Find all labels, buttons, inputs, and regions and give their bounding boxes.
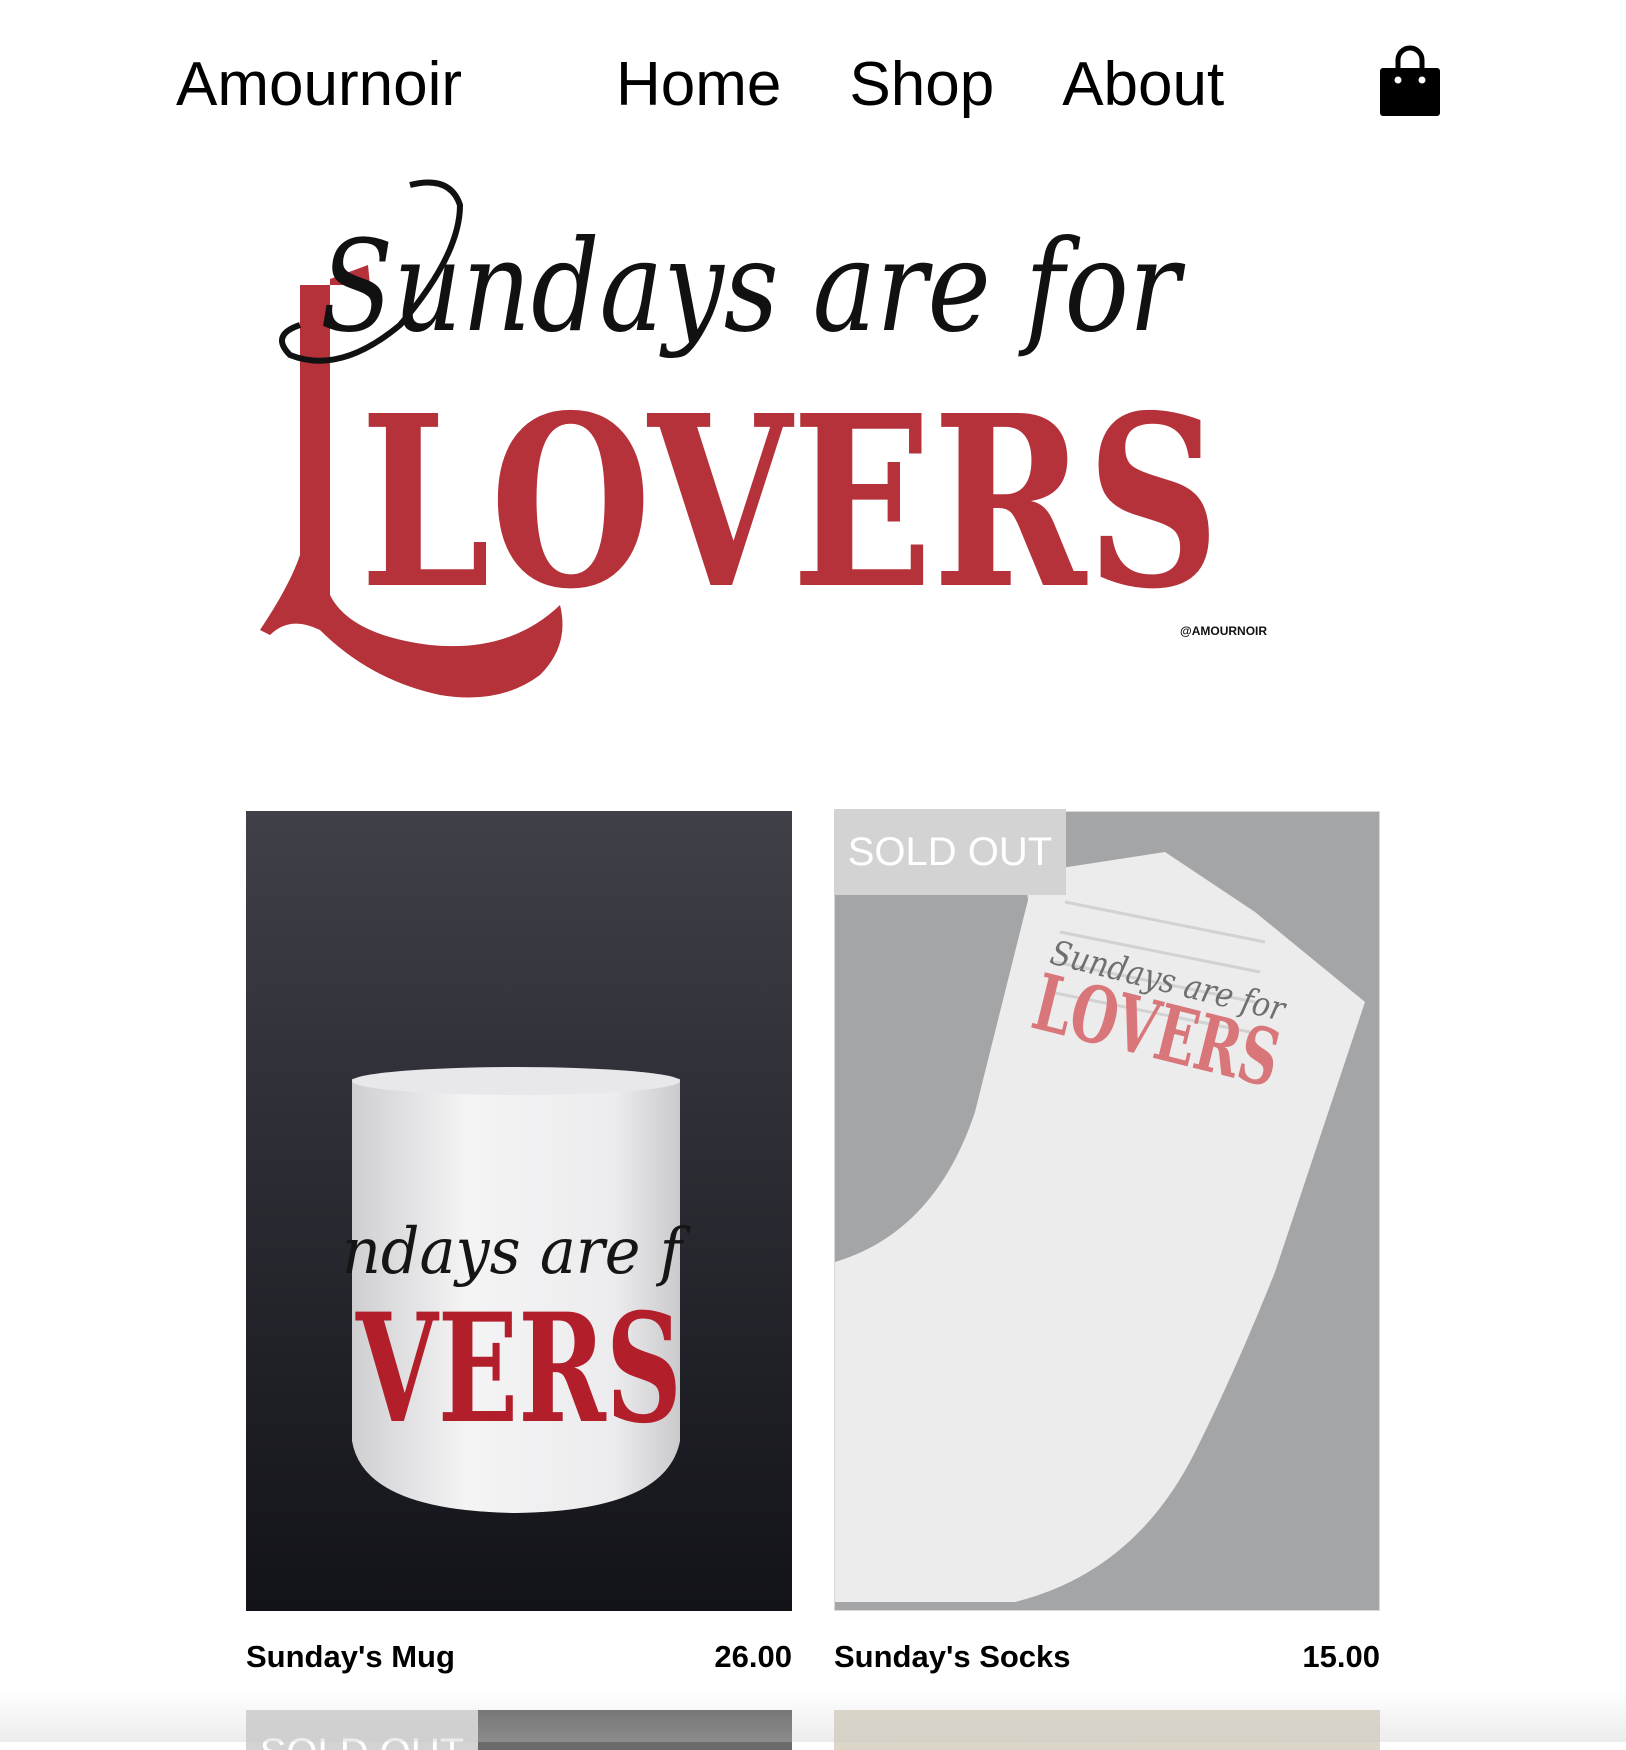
nav-link-shop[interactable]: Shop	[849, 50, 994, 120]
mug-print-script: ndays are f	[342, 1215, 692, 1289]
product-card[interactable]: ndays are f VERS Sunday's Mug 26.00	[246, 811, 792, 1681]
product-price: 26.00	[714, 1639, 792, 1674]
sold-out-badge: SOLD OUT	[834, 809, 1066, 895]
sold-out-badge: SOLD OUT	[246, 1710, 478, 1750]
shopping-bag-icon	[1380, 45, 1440, 116]
hero-artwork: LOVERS Sundays are for @AMOURNOIR	[260, 179, 1267, 698]
nav-link-about[interactable]: About	[1062, 50, 1224, 120]
hero-handle: @AMOURNOIR	[1180, 624, 1267, 638]
product-card-peek-left[interactable]: SOLD OUT	[246, 1710, 792, 1750]
cart-button[interactable]	[1378, 44, 1442, 118]
product-title[interactable]: Sunday's Socks	[834, 1637, 1071, 1677]
hero-banner: LOVERS Sundays are for @AMOURNOIR	[260, 175, 1320, 720]
top-navigation: Amournoir Home Shop About	[0, 0, 1626, 170]
product-card[interactable]: Sundays are for LOVERS SOLD OUT Sunday's…	[834, 809, 1380, 1681]
mug-print-main: VERS	[355, 1281, 682, 1457]
brand-logo-link[interactable]: Amournoir	[176, 50, 462, 120]
main-nav-links: Home Shop About	[616, 50, 1292, 120]
window-bottom-shadow	[0, 1690, 1626, 1742]
socks-photo: Sundays are for LOVERS	[835, 852, 1365, 1602]
mug-photo: ndays are f VERS	[342, 1067, 692, 1513]
hero-main-word: LOVERS	[360, 363, 1220, 641]
product-image-mug[interactable]: ndays are f VERS	[246, 811, 792, 1611]
product-price: 15.00	[1302, 1639, 1380, 1674]
mug-rim	[352, 1067, 680, 1095]
product-card-peek-right[interactable]	[834, 1710, 1380, 1750]
product-image-socks[interactable]: Sundays are for LOVERS	[834, 811, 1380, 1611]
nav-link-home[interactable]: Home	[616, 50, 781, 120]
product-title[interactable]: Sunday's Mug	[246, 1637, 455, 1677]
hero-script-line: Sundays are for	[320, 213, 1186, 360]
